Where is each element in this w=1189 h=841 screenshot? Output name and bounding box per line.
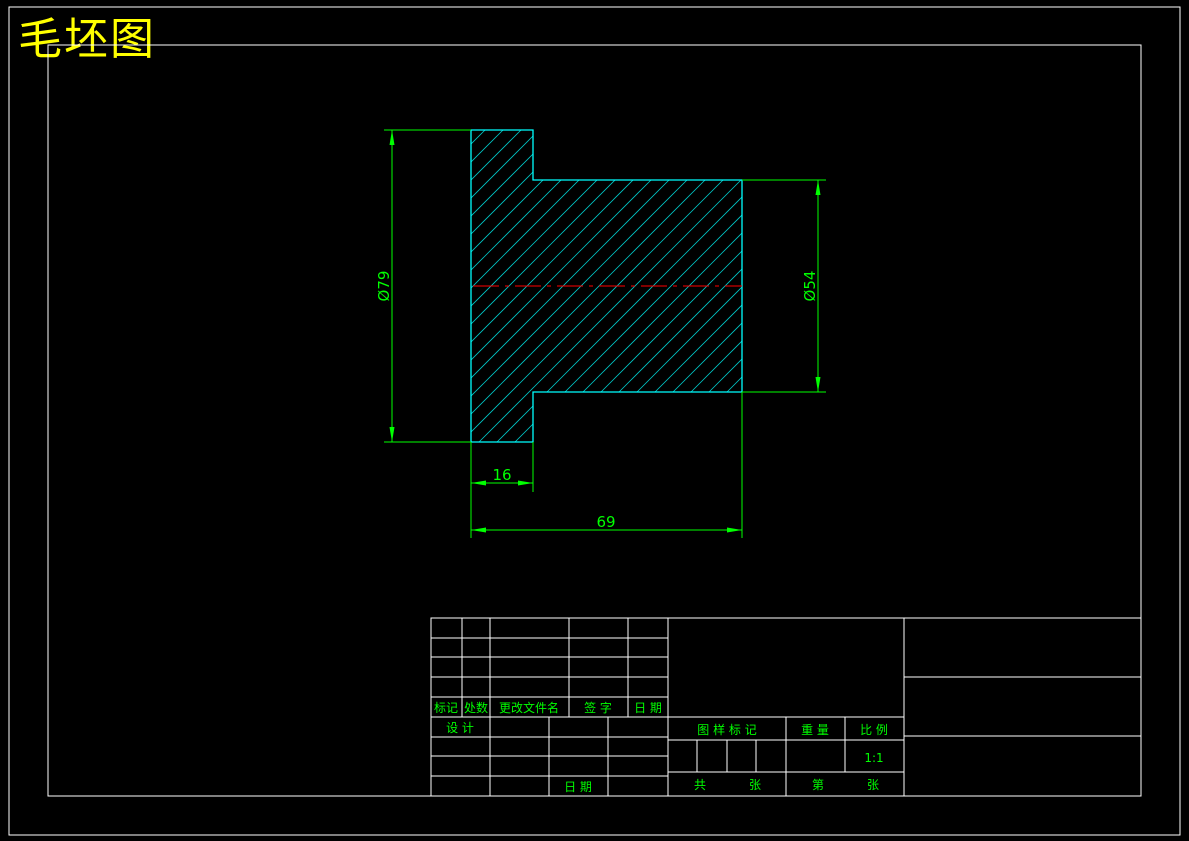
hatch-line: [0, 100, 155, 470]
title-block-labels: 标记 处数 更改文件名 签 字 日 期 设 计 日 期 图 样 标 记 重 量 …: [434, 700, 888, 794]
hatch-line: [471, 130, 678, 442]
hatch-line: [0, 100, 227, 470]
hatch-line: [91, 100, 461, 470]
hatch-line: [471, 130, 642, 442]
inner-border: [47, 44, 1142, 797]
hatch-line: [37, 100, 407, 470]
hatch-line: [471, 130, 516, 442]
hatch-line: [558, 130, 742, 442]
hatch-line: [471, 130, 480, 442]
hatch-line: [0, 100, 101, 470]
hatch-line: [612, 130, 742, 442]
dim-outer-diameter: Ø79: [375, 271, 393, 302]
hatch-line: [471, 130, 742, 442]
hatch-line: [1, 100, 371, 470]
hatch-line: [0, 100, 281, 470]
label-signature: 签 字: [584, 700, 612, 715]
hatch-line: [0, 100, 173, 470]
hatch-line: [0, 100, 245, 470]
hatch-line: [471, 130, 742, 442]
hatch-line: [594, 130, 742, 442]
hatch-line: [540, 130, 742, 442]
label-number: 第: [812, 778, 824, 792]
label-design: 设 计: [446, 721, 474, 735]
dim-total-length: 69: [596, 513, 615, 531]
label-scale: 比 例: [860, 723, 888, 737]
hatch-line: [471, 130, 714, 442]
hatch-line: [576, 130, 742, 442]
hatch-line: [0, 100, 209, 470]
hatch-line: [0, 100, 353, 470]
hatch-line: [471, 130, 552, 442]
hatch-line: [702, 130, 742, 442]
hatch-line: [0, 100, 119, 470]
hatch-line: [471, 130, 742, 442]
hatch-line: [684, 130, 742, 442]
hatch-line: [19, 100, 389, 470]
hatch-line: [0, 100, 335, 470]
label-stage-mark: 图 样 标 记: [697, 722, 756, 737]
label-mark: 标记: [434, 701, 458, 715]
hatch-line: [471, 130, 534, 442]
hatch-line: [471, 130, 624, 442]
hatch-line: [55, 100, 425, 470]
hatch-line: [648, 130, 742, 442]
hatch-line: [738, 130, 742, 442]
hatch-line: [471, 130, 606, 442]
hatch-line: [666, 130, 742, 442]
hatch-line: [720, 130, 742, 442]
drawing-canvas: Ø79 Ø54 16 69 标记 处数 更改文件名 签 字 日 期 设 计 日 …: [0, 6, 1181, 836]
dim-flange-length: 16: [492, 466, 511, 484]
hatch-line: [471, 130, 660, 442]
hatch-line: [471, 130, 588, 442]
hatch-line: [0, 100, 299, 470]
label-weight: 重 量: [801, 723, 829, 737]
scale-value: 1:1: [864, 751, 883, 765]
section-hatch: [0, 100, 742, 470]
hatch-line: [0, 100, 137, 470]
label-sheet: 张: [749, 778, 761, 792]
hatch-line: [504, 130, 742, 442]
hatch-line: [0, 100, 191, 470]
label-count: 处数: [464, 700, 488, 715]
hatch-line: [522, 130, 742, 442]
label-document: 更改文件名: [499, 700, 559, 715]
hatch-line: [471, 130, 742, 442]
label-date-2: 日 期: [564, 780, 592, 794]
label-date: 日 期: [634, 701, 662, 715]
hatch-line: [471, 130, 732, 442]
dim-inner-diameter: Ø54: [801, 271, 819, 302]
label-sheet-2: 张: [867, 778, 879, 792]
hatch-line: [471, 130, 742, 442]
label-total: 共: [694, 778, 706, 792]
hatch-line: [471, 130, 498, 442]
hatch-line: [0, 100, 263, 470]
